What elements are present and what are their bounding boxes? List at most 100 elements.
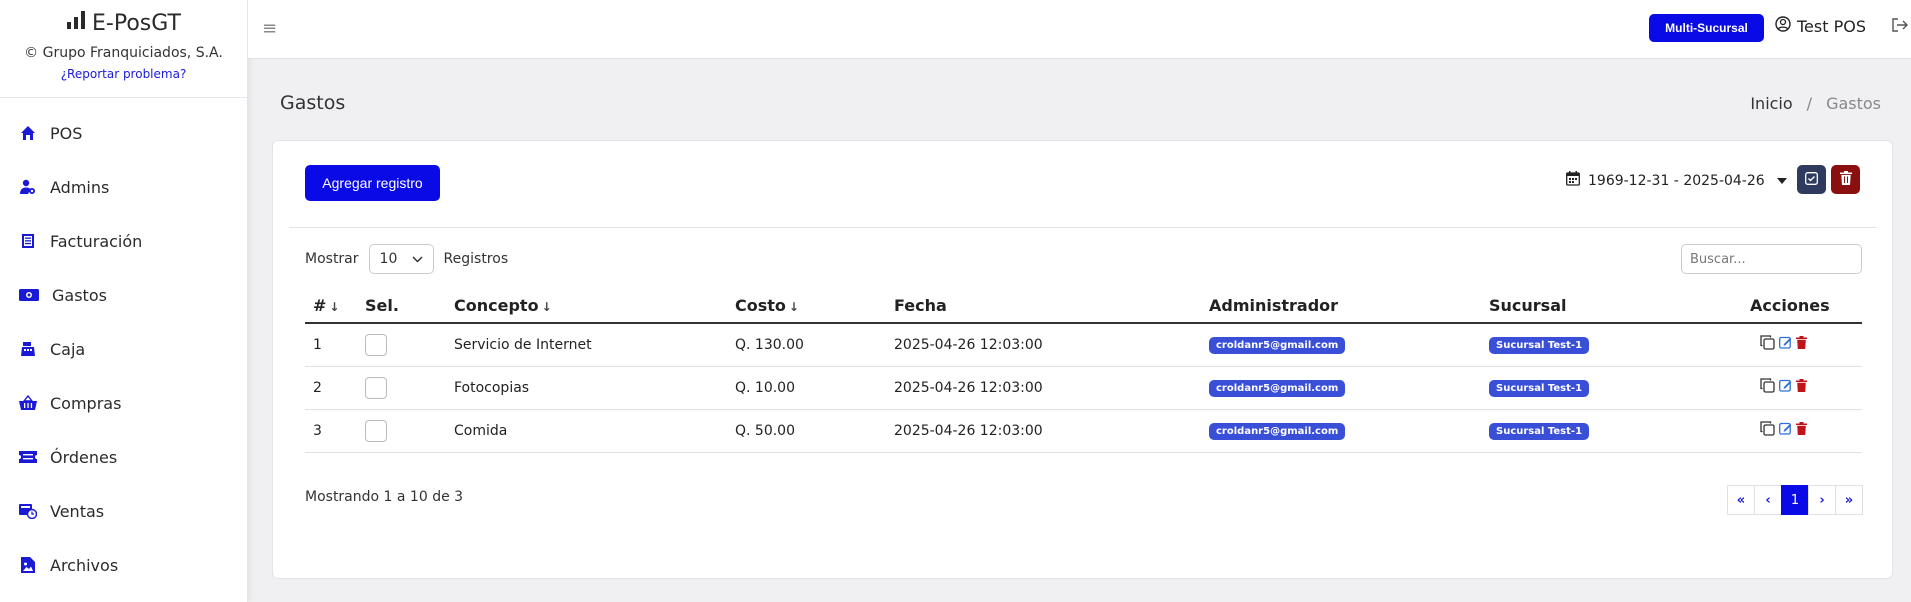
column-header-number[interactable]: # ↓ — [305, 289, 357, 324]
hamburger-menu-icon[interactable]: ≡ — [262, 18, 277, 39]
cell-fecha: 2025-04-26 12:03:00 — [886, 409, 1201, 453]
copy-icon[interactable] — [1760, 335, 1775, 354]
money-icon — [18, 285, 40, 305]
sucursal-badge: Sucursal Test-1 — [1489, 379, 1590, 397]
brand-block: E-PosGT © Grupo Franquiciados, S.A. ¿Rep… — [0, 0, 247, 98]
user-gear-icon — [18, 177, 38, 197]
delete-icon[interactable] — [1796, 379, 1807, 396]
next-page-button[interactable]: › — [1808, 485, 1836, 515]
sales-icon — [18, 501, 38, 521]
image-file-icon — [18, 555, 38, 575]
cell-concepto: Comida — [446, 409, 727, 453]
table-row: 1 Servicio de Internet Q. 130.00 2025-04… — [305, 323, 1862, 367]
edit-icon[interactable] — [1779, 336, 1792, 353]
user-name: Test POS — [1797, 16, 1866, 36]
breadcrumb-current: Gastos — [1826, 94, 1881, 113]
page-button-1[interactable]: 1 — [1781, 485, 1809, 515]
cell-costo: Q. 10.00 — [727, 366, 886, 410]
sidebar: E-PosGT © Grupo Franquiciados, S.A. ¿Rep… — [0, 0, 248, 602]
logout-icon[interactable] — [1891, 17, 1909, 37]
page-length-select[interactable]: 10 — [368, 244, 434, 274]
bar-chart-icon — [66, 10, 86, 36]
sidebar-item-admins[interactable]: Admins — [0, 160, 247, 214]
sidebar-item-pos[interactable]: POS — [0, 106, 247, 160]
breadcrumb-home[interactable]: Inicio — [1750, 94, 1792, 113]
chevron-right-icon: › — [1819, 492, 1825, 508]
ticket-icon — [18, 447, 38, 467]
delete-selected-button[interactable] — [1831, 165, 1860, 194]
sidebar-item-label: Compras — [50, 393, 122, 413]
caret-down-icon — [1776, 177, 1787, 184]
report-problem-link[interactable]: ¿Reportar problema? — [61, 67, 187, 81]
date-range-picker[interactable]: 1969-12-31 - 2025-04-26 — [1566, 171, 1787, 190]
cell-fecha: 2025-04-26 12:03:00 — [886, 366, 1201, 410]
sidebar-item-label: Gastos — [52, 285, 107, 305]
invoice-icon — [18, 231, 38, 251]
edit-icon[interactable] — [1779, 422, 1792, 439]
pagination: « ‹ 1 › » — [1727, 485, 1863, 515]
table-info: Mostrando 1 a 10 de 3 — [305, 489, 464, 505]
page-length-value: 10 — [379, 251, 398, 267]
table-row: 2 Fotocopias Q. 10.00 2025-04-26 12:03:0… — [305, 366, 1862, 410]
table-header-row: # ↓ Sel. Concepto ↓ Costo ↓ Fecha Administr… — [305, 289, 1862, 324]
basket-icon — [18, 393, 38, 413]
delete-icon[interactable] — [1796, 422, 1807, 439]
records-label: Registros — [443, 251, 509, 267]
row-select-checkbox[interactable] — [365, 333, 387, 356]
cell-fecha: 2025-04-26 12:03:00 — [886, 323, 1201, 367]
sidebar-item-label: Archivos — [50, 555, 119, 575]
select-all-button[interactable] — [1797, 165, 1826, 194]
brand-title[interactable]: E-PosGT — [0, 10, 247, 36]
cell-concepto: Servicio de Internet — [446, 323, 727, 367]
sidebar-item-ventas[interactable]: Ventas — [0, 484, 247, 538]
expenses-card: Agregar registro 1969-12-31 - 2025-04-26… — [272, 140, 1893, 579]
admin-badge: croldanr5@gmail.com — [1209, 379, 1346, 397]
column-header-concepto[interactable]: Concepto ↓ — [446, 289, 727, 324]
show-label: Mostrar — [305, 251, 359, 267]
brand-name: E-PosGT — [92, 10, 181, 36]
column-header-fecha[interactable]: Fecha — [886, 289, 1201, 324]
topbar: ≡ Multi-Sucursal Test POS — [248, 0, 1911, 59]
admin-badge: croldanr5@gmail.com — [1209, 336, 1346, 354]
cell-costo: Q. 130.00 — [727, 323, 886, 367]
prev-page-button[interactable]: ‹ — [1754, 485, 1782, 515]
row-select-checkbox[interactable] — [365, 376, 387, 399]
copyright-text: © Grupo Franquiciados, S.A. — [24, 45, 223, 61]
home-icon — [18, 123, 38, 143]
multi-sucursal-button[interactable]: Multi-Sucursal — [1649, 14, 1764, 42]
double-chevron-left-icon: « — [1736, 492, 1746, 508]
sidebar-item-label: Admins — [50, 177, 110, 197]
cell-number: 3 — [305, 409, 357, 453]
user-menu[interactable]: Test POS — [1775, 16, 1866, 36]
search-input[interactable] — [1681, 244, 1862, 274]
sidebar-item-compras[interactable]: Compras — [0, 376, 247, 430]
page-title: Gastos — [280, 92, 346, 114]
sidebar-item-ordenes[interactable]: Órdenes — [0, 430, 247, 484]
first-page-button[interactable]: « — [1727, 485, 1755, 515]
chevron-down-icon — [412, 251, 423, 267]
copy-icon[interactable] — [1760, 378, 1775, 397]
card-divider — [289, 227, 1876, 228]
breadcrumb: Inicio / Gastos — [1750, 94, 1881, 113]
column-header-administrador[interactable]: Administrador — [1201, 289, 1481, 324]
cell-concepto: Fotocopias — [446, 366, 727, 410]
edit-icon[interactable] — [1779, 379, 1792, 396]
sort-arrow-icon: ↓ — [541, 300, 552, 314]
column-header-costo[interactable]: Costo ↓ — [727, 289, 886, 324]
column-header-acciones: Acciones — [1742, 289, 1862, 324]
add-record-button[interactable]: Agregar registro — [305, 165, 440, 201]
delete-icon[interactable] — [1796, 336, 1807, 353]
sidebar-item-archivos[interactable]: Archivos — [0, 538, 247, 592]
copy-icon[interactable] — [1760, 421, 1775, 440]
sidebar-item-facturacion[interactable]: Facturación — [0, 214, 247, 268]
sidebar-item-gastos[interactable]: Gastos — [0, 268, 247, 322]
sidebar-item-label: Órdenes — [50, 447, 118, 467]
table-row: 3 Comida Q. 50.00 2025-04-26 12:03:00 cr… — [305, 409, 1862, 453]
sort-arrow-icon: ↓ — [329, 300, 340, 314]
breadcrumb-separator: / — [1806, 94, 1813, 113]
sidebar-item-caja[interactable]: Caja — [0, 322, 247, 376]
row-select-checkbox[interactable] — [365, 419, 387, 442]
column-header-sucursal[interactable]: Sucursal — [1481, 289, 1742, 324]
cash-register-icon — [18, 339, 38, 359]
last-page-button[interactable]: » — [1835, 485, 1863, 515]
